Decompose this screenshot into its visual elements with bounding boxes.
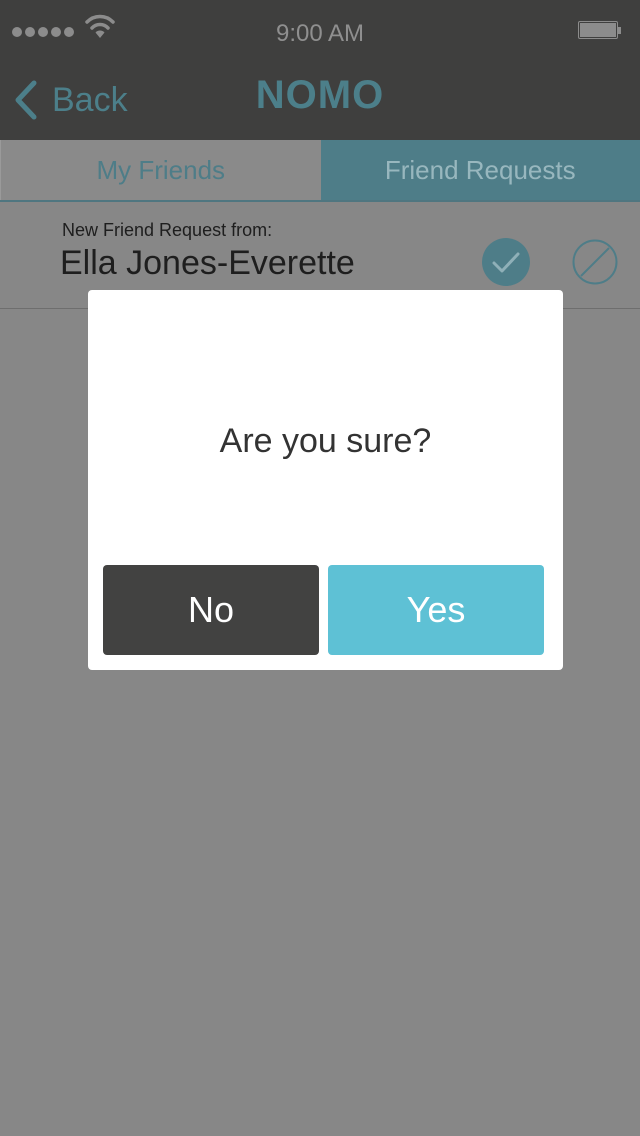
block-icon (572, 239, 618, 285)
dialog-message: Are you sure? (219, 422, 432, 460)
status-bar: 9:00 AM (0, 0, 640, 60)
battery-icon (578, 21, 622, 41)
checkmark-icon (492, 252, 520, 273)
request-caption: New Friend Request from: (62, 220, 273, 240)
nav-bar: Back NOMO (0, 60, 640, 140)
yes-button[interactable]: Yes (328, 565, 544, 655)
status-time: 9:00 AM (275, 20, 365, 47)
requester-name: Ella Jones-Everette (60, 244, 355, 282)
tab-bar: My Friends Friend Requests (0, 140, 640, 202)
tab-my-friends[interactable]: My Friends (0, 140, 321, 200)
tab-friend-requests[interactable]: Friend Requests (320, 140, 640, 200)
decline-request-button[interactable] (572, 239, 618, 285)
app-screen: 9:00 AM Back NOMO My Friends Friend Requ… (0, 0, 640, 1136)
confirm-dialog: Are you sure? No Yes (88, 290, 563, 670)
app-title: NOMO (255, 73, 385, 117)
accept-request-button[interactable] (482, 238, 530, 286)
no-button[interactable]: No (103, 565, 319, 655)
